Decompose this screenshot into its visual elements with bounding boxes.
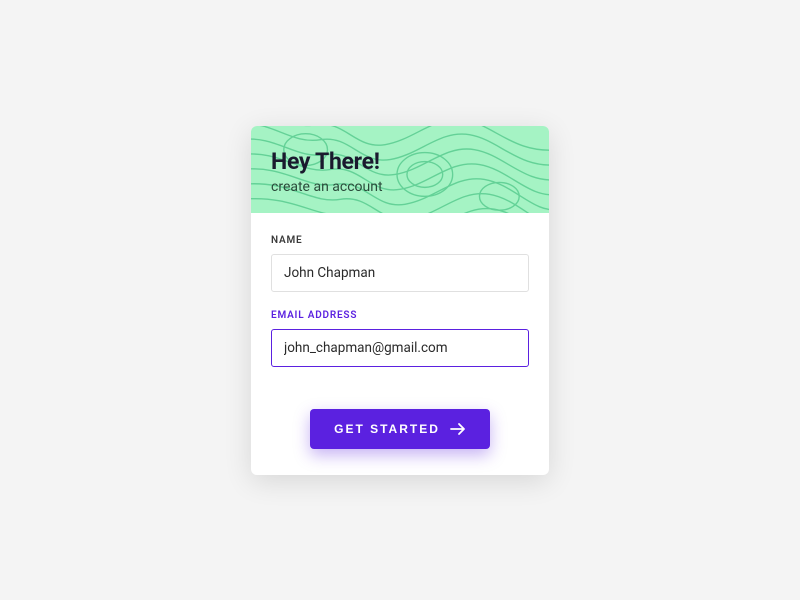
get-started-button[interactable]: GET STARTED [310,409,490,449]
arrow-right-icon [450,422,466,436]
cta-label: GET STARTED [334,422,440,436]
name-input[interactable] [271,254,529,292]
form-body: NAME EMAIL ADDRESS [251,213,549,393]
name-label: NAME [271,235,529,246]
signup-card: Hey There! create an account NAME EMAIL … [251,126,549,475]
email-input[interactable] [271,329,529,367]
card-header: Hey There! create an account [251,126,549,213]
button-row: GET STARTED [251,393,549,475]
email-field-group: EMAIL ADDRESS [271,310,529,367]
name-field-group: NAME [271,235,529,292]
email-label: EMAIL ADDRESS [271,310,529,321]
header-title: Hey There! [271,148,529,175]
header-subtitle: create an account [271,179,529,195]
